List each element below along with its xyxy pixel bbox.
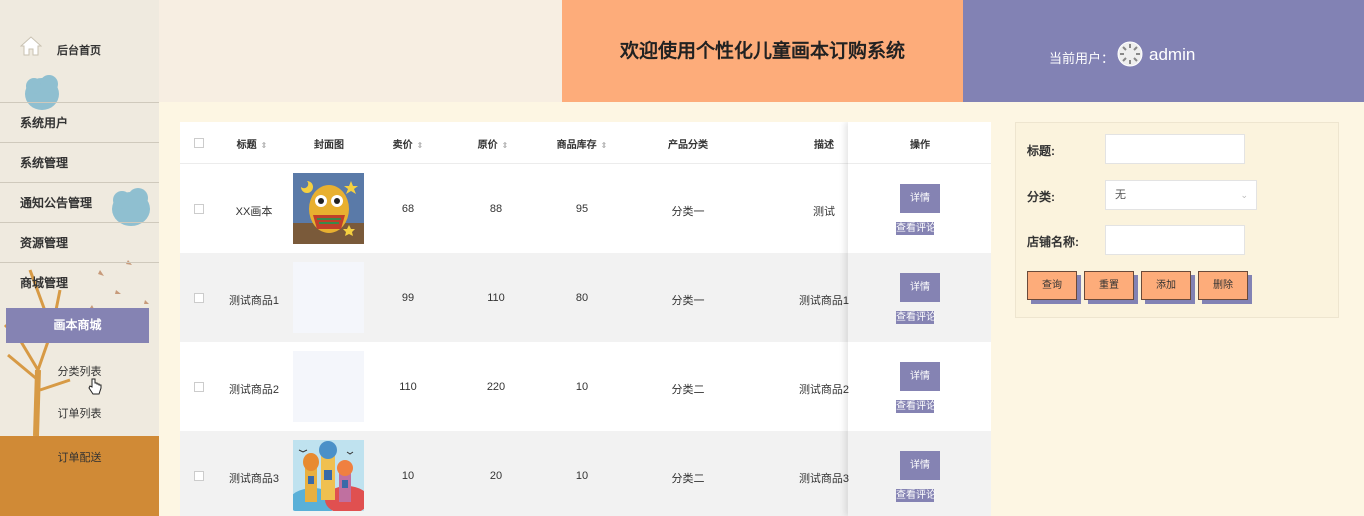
sidebar-item-notice-management[interactable]: 通知公告管理 <box>0 182 159 222</box>
column-header-cover: 封面图 <box>314 140 344 151</box>
delete-button[interactable]: 删除 <box>1198 271 1248 300</box>
view-comments-button[interactable]: 查看评论 <box>896 400 936 413</box>
select-all-checkbox[interactable] <box>194 138 204 148</box>
cover-image[interactable] <box>293 351 364 422</box>
detail-button[interactable]: 详情 <box>900 451 940 480</box>
sidebar-home-label: 后台首页 <box>57 45 101 57</box>
cell-category: 分类二 <box>671 384 705 396</box>
column-header-label: 原价 <box>477 140 498 151</box>
sidebar-item-label: 系统用户 <box>20 116 69 130</box>
sidebar-item-resource-management[interactable]: 资源管理 <box>0 222 159 262</box>
add-button[interactable]: 添加 <box>1141 271 1191 300</box>
column-header-original-price[interactable]: 原价 ⇕ <box>463 136 523 151</box>
cell-original-price: 220 <box>486 381 506 393</box>
column-header-label: 卖价 <box>392 140 413 151</box>
chevron-down-icon: ⌄ <box>1240 190 1248 200</box>
column-header-stock[interactable]: 商品库存 ⇕ <box>542 136 622 151</box>
sort-icon: ⇕ <box>260 140 268 150</box>
shop-filter-input[interactable] <box>1105 225 1245 255</box>
cell-price: 10 <box>401 470 415 482</box>
header-user-panel: 当前用户： admin <box>963 0 1364 102</box>
cell-price: 99 <box>401 292 415 304</box>
header: 欢迎使用个性化儿童画本订购系统 当前用户： admin <box>159 0 1364 102</box>
sort-icon: ⇕ <box>501 140 509 150</box>
row-checkbox[interactable] <box>194 471 204 481</box>
sidebar-item-system-management[interactable]: 系统管理 <box>0 142 159 182</box>
ops-column: 详情 查看评论 详情 查看评论 详情 查看评论 详情 查看评论 <box>848 122 991 516</box>
view-comments-button[interactable]: 查看评论 <box>896 489 936 502</box>
query-button[interactable]: 查询 <box>1027 271 1077 300</box>
sidebar-sub-item-order-list[interactable]: 订单列表 <box>0 405 159 421</box>
cell-original-price: 88 <box>489 203 503 215</box>
cell-price: 68 <box>401 203 415 215</box>
search-panel: 标题: 分类: 无 ⌄ 店铺名称: 查询 重置 添加 删除 <box>1015 122 1339 318</box>
cell-category: 分类一 <box>671 206 705 218</box>
column-header-price[interactable]: 卖价 ⇕ <box>378 136 438 151</box>
sidebar-sub-item-picture-book-mall[interactable]: 画本商城 <box>6 308 149 343</box>
cover-image[interactable] <box>293 173 364 244</box>
cell-category: 分类二 <box>671 473 705 485</box>
column-header-title[interactable]: 标题 ⇕ <box>222 136 282 151</box>
category-filter-select[interactable]: 无 ⌄ <box>1105 180 1257 210</box>
cell-category: 分类一 <box>671 295 705 307</box>
page-title: 欢迎使用个性化儿童画本订购系统 <box>619 41 905 62</box>
cell-original-price: 20 <box>489 470 503 482</box>
detail-button[interactable]: 详情 <box>900 362 940 391</box>
column-header-label: 标题 <box>236 140 257 151</box>
cell-title: 测试商品2 <box>228 384 280 396</box>
cover-art-castle-icon <box>293 440 364 511</box>
sidebar-item-mall-management[interactable]: 商城管理 <box>0 262 159 302</box>
sidebar-item-label: 商城管理 <box>20 276 69 290</box>
current-user-name: admin <box>1149 45 1196 64</box>
product-table: 标题 ⇕ 封面图 卖价 ⇕ 原价 ⇕ 商品库存 ⇕ 产品分类 描述 操作 XX画本 <box>180 122 991 516</box>
view-comments-button[interactable]: 查看评论 <box>896 311 936 324</box>
column-header-desc: 描述 <box>814 140 834 151</box>
current-user-label: 当前用户： <box>1049 51 1115 66</box>
header-title-panel: 欢迎使用个性化儿童画本订购系统 <box>562 0 963 102</box>
shop-filter-label: 店铺名称: <box>1027 235 1079 249</box>
home-icon <box>20 36 42 56</box>
cell-price: 110 <box>399 381 417 393</box>
detail-button[interactable]: 详情 <box>900 184 940 213</box>
sidebar-item-label: 资源管理 <box>20 236 69 250</box>
sidebar-item-order-delivery[interactable]: 订单配送 <box>0 436 159 516</box>
row-checkbox[interactable] <box>194 293 204 303</box>
cell-original-price: 110 <box>487 292 505 304</box>
hand-cursor-icon <box>88 378 102 395</box>
row-checkbox[interactable] <box>194 382 204 392</box>
detail-button[interactable]: 详情 <box>900 273 940 302</box>
sort-icon: ⇕ <box>416 140 424 150</box>
sidebar: 后台首页 系统用户 系统管理 通知公告管理 资源管理 商城管理 画本商城 分类列… <box>0 0 159 516</box>
category-filter-label: 分类: <box>1027 190 1055 204</box>
cover-art-owl-icon <box>293 173 364 244</box>
cell-stock: 10 <box>575 470 589 482</box>
cell-title: 测试商品3 <box>228 473 280 485</box>
sidebar-item-label: 系统管理 <box>20 156 69 170</box>
avatar[interactable] <box>1117 40 1143 68</box>
column-header-label: 商品库存 <box>556 140 597 151</box>
column-header-category: 产品分类 <box>668 140 708 151</box>
cover-image[interactable] <box>293 440 364 511</box>
cell-stock: 10 <box>575 381 589 393</box>
sidebar-item-system-users[interactable]: 系统用户 <box>0 102 159 142</box>
cell-title: 测试商品1 <box>228 295 280 307</box>
cover-image[interactable] <box>293 262 364 333</box>
category-filter-value: 无 <box>1115 189 1126 201</box>
cell-stock: 95 <box>575 203 589 215</box>
sort-icon: ⇕ <box>600 140 608 150</box>
cell-title: XX画本 <box>235 206 273 218</box>
view-comments-button[interactable]: 查看评论 <box>896 222 936 235</box>
title-filter-label: 标题: <box>1027 144 1055 158</box>
cell-stock: 80 <box>575 292 589 304</box>
sidebar-item-label: 通知公告管理 <box>20 196 93 210</box>
title-filter-input[interactable] <box>1105 134 1245 164</box>
sidebar-sub-item-category-list[interactable]: 分类列表 <box>0 363 159 379</box>
row-checkbox[interactable] <box>194 204 204 214</box>
header-left-panel <box>159 0 562 102</box>
reset-button[interactable]: 重置 <box>1084 271 1134 300</box>
